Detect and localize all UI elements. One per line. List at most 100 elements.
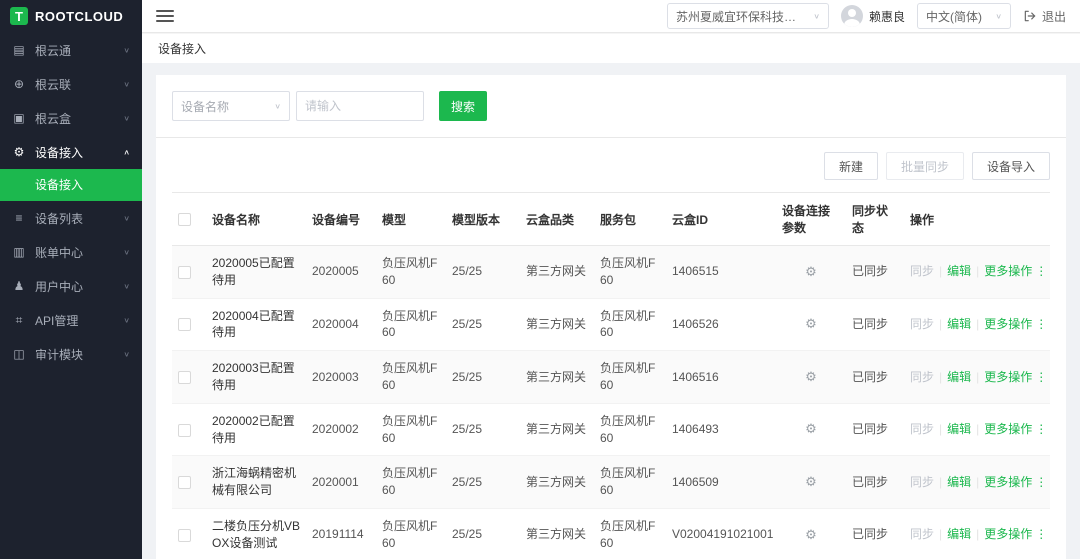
search-input[interactable] xyxy=(296,91,424,121)
more-actions-link[interactable]: 更多操作 xyxy=(984,475,1032,489)
model-cell: 负压风机F60 xyxy=(376,246,446,299)
sidebar-item-label: API管理 xyxy=(35,312,114,329)
more-actions-link[interactable]: 更多操作 xyxy=(984,527,1032,541)
device-name-cell: 2020005已配置待用 xyxy=(206,246,306,299)
more-dots-icon[interactable]: ⋮ xyxy=(1035,317,1047,331)
more-actions-link[interactable]: 更多操作 xyxy=(984,422,1032,436)
gear-icon[interactable]: ⚙ xyxy=(805,527,817,542)
edit-link[interactable]: 编辑 xyxy=(947,422,971,436)
more-actions-link[interactable]: 更多操作 xyxy=(984,317,1032,331)
action-separator: | xyxy=(939,475,942,489)
model-version-cell: 25/25 xyxy=(446,403,520,456)
row-checkbox[interactable] xyxy=(178,318,191,331)
actions-cell: 同步|编辑|更多操作⋮ xyxy=(904,246,1050,299)
brand-logo[interactable]: T ROOTCLOUD xyxy=(0,0,142,33)
edit-link[interactable]: 编辑 xyxy=(947,370,971,384)
actions-cell: 同步|编辑|更多操作⋮ xyxy=(904,508,1050,559)
sync-link[interactable]: 同步 xyxy=(910,527,934,541)
device-name-select[interactable]: 设备名称 ∨ xyxy=(172,91,290,121)
action-separator: | xyxy=(939,527,942,541)
more-dots-icon[interactable]: ⋮ xyxy=(1035,527,1047,541)
more-actions-link[interactable]: 更多操作 xyxy=(984,370,1032,384)
connect-params-cell: ⚙ xyxy=(776,456,846,509)
more-actions-link[interactable]: 更多操作 xyxy=(984,264,1032,278)
gear-icon[interactable]: ⚙ xyxy=(805,421,817,436)
connect-params-cell: ⚙ xyxy=(776,246,846,299)
actions-cell: 同步|编辑|更多操作⋮ xyxy=(904,403,1050,456)
sidebar-item-genyun-lian[interactable]: ⊕根云联∨ xyxy=(0,67,142,101)
sidebar-item-label: 审计模块 xyxy=(35,346,114,363)
row-checkbox[interactable] xyxy=(178,476,191,489)
more-dots-icon[interactable]: ⋮ xyxy=(1035,264,1047,278)
sync-link[interactable]: 同步 xyxy=(910,264,934,278)
menu-toggle-button[interactable] xyxy=(156,7,174,25)
table-row: 二楼负压分机VBOX设备测试20191114负压风机F6025/25第三方网关负… xyxy=(172,508,1050,559)
edit-link[interactable]: 编辑 xyxy=(947,317,971,331)
action-separator: | xyxy=(939,422,942,436)
sidebar-item-audit-module[interactable]: ◫审计模块∨ xyxy=(0,337,142,371)
connect-params-cell: ⚙ xyxy=(776,351,846,404)
list-icon: ≡ xyxy=(12,211,26,225)
avatar xyxy=(841,5,863,27)
service-package-cell: 负压风机F60 xyxy=(594,298,666,351)
sidebar-item-label: 设备列表 xyxy=(35,210,114,227)
main-content: 设备接入 设备名称 ∨ 搜索 新建 批量同步 设备导入 xyxy=(142,33,1080,559)
sidebar-item-device-access[interactable]: ⚙设备接入∧ xyxy=(0,135,142,169)
logout-button[interactable]: 退出 xyxy=(1023,8,1066,25)
search-button[interactable]: 搜索 xyxy=(439,91,487,121)
new-button[interactable]: 新建 xyxy=(824,152,878,180)
breadcrumb: 设备接入 xyxy=(142,33,1080,63)
device-code-cell: 2020005 xyxy=(306,246,376,299)
row-checkbox[interactable] xyxy=(178,529,191,542)
row-checkbox[interactable] xyxy=(178,266,191,279)
sidebar-item-genyun-he[interactable]: ▣根云盒∨ xyxy=(0,101,142,135)
sync-link[interactable]: 同步 xyxy=(910,317,934,331)
gear-icon[interactable]: ⚙ xyxy=(805,264,817,279)
row-select-cell xyxy=(172,456,206,509)
device-code-cell: 2020004 xyxy=(306,298,376,351)
monitor-icon: ▤ xyxy=(12,43,26,57)
gear-icon[interactable]: ⚙ xyxy=(805,369,817,384)
row-checkbox[interactable] xyxy=(178,371,191,384)
sync-link[interactable]: 同步 xyxy=(910,475,934,489)
sync-link[interactable]: 同步 xyxy=(910,422,934,436)
sidebar-subitem-device-access-sub[interactable]: 设备接入 xyxy=(0,169,142,201)
device-import-button[interactable]: 设备导入 xyxy=(972,152,1050,180)
sidebar-item-user-center[interactable]: ♟用户中心∨ xyxy=(0,269,142,303)
select-all-checkbox[interactable] xyxy=(178,213,191,226)
sidebar-item-api-management[interactable]: ⌗API管理∨ xyxy=(0,303,142,337)
service-package-cell: 负压风机F60 xyxy=(594,351,666,404)
more-dots-icon[interactable]: ⋮ xyxy=(1035,475,1047,489)
action-separator: | xyxy=(976,317,979,331)
batch-sync-button[interactable]: 批量同步 xyxy=(886,152,964,180)
more-dots-icon[interactable]: ⋮ xyxy=(1035,370,1047,384)
language-select[interactable]: 中文(简体) ∨ xyxy=(917,3,1011,29)
column-header: 服务包 xyxy=(594,193,666,246)
table-row: 2020002已配置待用2020002负压风机F6025/25第三方网关负压风机… xyxy=(172,403,1050,456)
filter-bar: 设备名称 ∨ 搜索 xyxy=(156,75,1066,138)
sidebar-item-device-list[interactable]: ≡设备列表∨ xyxy=(0,201,142,235)
sidebar-item-label: 账单中心 xyxy=(35,244,114,261)
more-dots-icon[interactable]: ⋮ xyxy=(1035,422,1047,436)
device-name-cell: 2020003已配置待用 xyxy=(206,351,306,404)
device-name-cell: 浙江海蜗精密机械有限公司 xyxy=(206,456,306,509)
sidebar-item-billing-center[interactable]: ▥账单中心∨ xyxy=(0,235,142,269)
link-icon: ⊕ xyxy=(12,77,26,91)
device-name-cell: 2020004已配置待用 xyxy=(206,298,306,351)
sidebar-item-genyun-tong[interactable]: ▤根云通∨ xyxy=(0,33,142,67)
gear-icon[interactable]: ⚙ xyxy=(805,474,817,489)
user-icon: ♟ xyxy=(12,279,26,293)
model-cell: 负压风机F60 xyxy=(376,456,446,509)
connect-params-cell: ⚙ xyxy=(776,298,846,351)
gear-icon[interactable]: ⚙ xyxy=(805,316,817,331)
row-checkbox[interactable] xyxy=(178,424,191,437)
edit-link[interactable]: 编辑 xyxy=(947,475,971,489)
device-code-cell: 2020002 xyxy=(306,403,376,456)
edit-link[interactable]: 编辑 xyxy=(947,264,971,278)
sync-link[interactable]: 同步 xyxy=(910,370,934,384)
chevron-down-icon: ∨ xyxy=(995,12,1002,21)
model-cell: 负压风机F60 xyxy=(376,298,446,351)
company-select[interactable]: 苏州夏威宜环保科技有限... ∨ xyxy=(667,3,829,29)
header-right: 苏州夏威宜环保科技有限... ∨ 赖惠良 中文(简体) ∨ 退出 xyxy=(667,3,1080,29)
edit-link[interactable]: 编辑 xyxy=(947,527,971,541)
